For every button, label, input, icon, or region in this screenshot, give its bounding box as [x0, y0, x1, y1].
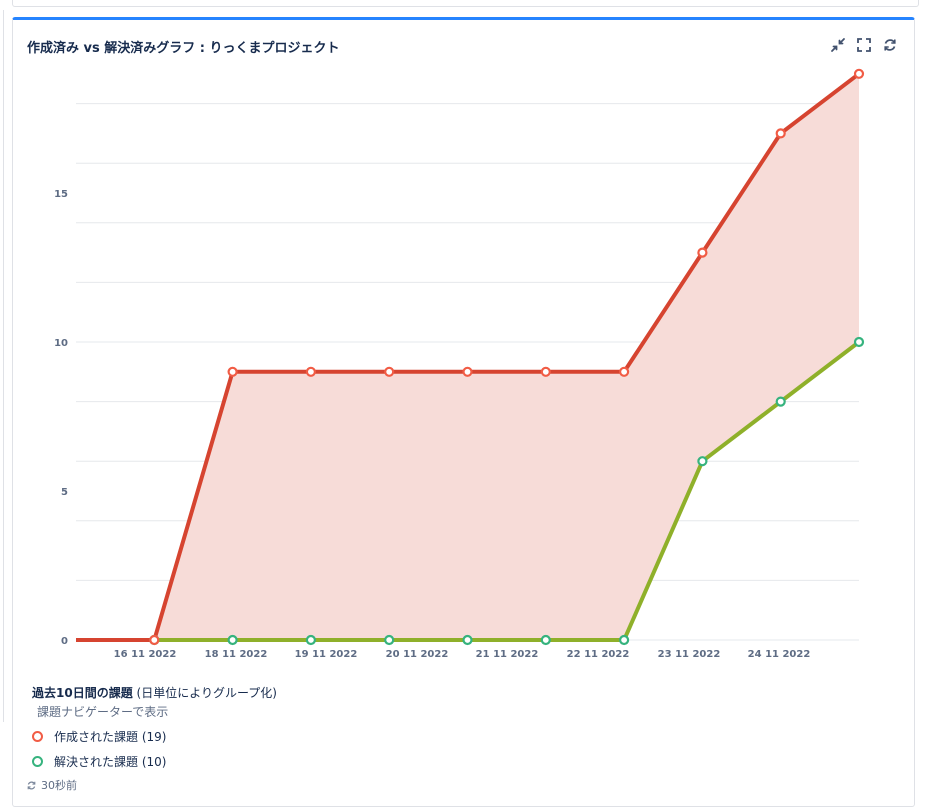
x-tick-label: 24 11 2022 [748, 649, 811, 660]
x-tick-label: 22 11 2022 [567, 649, 630, 660]
legend-label-resolved: 解決された課題 (10) [54, 755, 167, 769]
created-resolved-gap-area [76, 73, 859, 641]
legend-title: 過去10日間の課題 (日単位によりグループ化) [32, 684, 277, 701]
created-data-point[interactable] [462, 366, 473, 377]
chart-legend: 過去10日間の課題 (日単位によりグループ化) 課題ナビゲーターで表示 作成され… [32, 684, 277, 770]
y-tick-label: 15 [54, 189, 68, 200]
chart-area-fill [76, 73, 859, 641]
created-series-marker-icon [32, 731, 43, 742]
legend-title-detail: (日単位によりグループ化) [132, 686, 277, 700]
x-axis-labels: 16 11 2022 18 11 2022 19 11 2022 20 11 2022… [114, 649, 811, 660]
resolved-data-point[interactable] [305, 634, 316, 646]
resolved-data-point[interactable] [227, 634, 238, 646]
resolved-data-point[interactable] [462, 634, 473, 646]
x-tick-label: 21 11 2022 [476, 649, 539, 660]
x-tick-label: 23 11 2022 [658, 649, 721, 660]
y-axis-labels: 0 5 10 15 [54, 189, 68, 647]
created-data-point[interactable] [149, 634, 160, 646]
resolved-data-point[interactable] [853, 336, 865, 348]
created-data-point[interactable] [540, 366, 551, 377]
created-data-point[interactable] [618, 366, 630, 377]
x-tick-label: 18 11 2022 [205, 649, 268, 660]
last-updated: 30秒前 [26, 777, 77, 793]
created-data-point[interactable] [384, 366, 395, 377]
legend-item-resolved[interactable]: 解決された課題 (10) [32, 753, 277, 770]
legend-item-created[interactable]: 作成された課題 (19) [32, 728, 277, 745]
refresh-icon [27, 781, 36, 789]
last-updated-text: 30秒前 [41, 779, 77, 792]
created-data-point[interactable] [697, 247, 708, 258]
resolved-series-marker-icon [32, 756, 43, 767]
chart-svg: 0 5 10 15 16 11 2022 18 11 2022 19 11 2022 20 … [54, 68, 865, 660]
legend-title-bold: 過去10日間の課題 [32, 686, 133, 700]
y-tick-label: 5 [61, 487, 68, 498]
created-data-point[interactable] [227, 366, 238, 377]
x-tick-label: 16 11 2022 [114, 649, 177, 660]
x-tick-label: 19 11 2022 [295, 649, 358, 660]
y-tick-label: 0 [61, 636, 68, 647]
created-data-point[interactable] [305, 366, 316, 377]
resolved-data-point[interactable] [384, 634, 395, 646]
created-data-point[interactable] [853, 68, 865, 79]
y-tick-label: 10 [54, 338, 68, 349]
resolved-data-point[interactable] [775, 396, 786, 407]
resolved-data-point[interactable] [618, 634, 630, 646]
x-tick-label: 20 11 2022 [386, 649, 449, 660]
created-data-point[interactable] [775, 128, 786, 139]
legend-label-created: 作成された課題 (19) [54, 730, 167, 744]
issue-navigator-link[interactable]: 課題ナビゲーターで表示 [37, 703, 277, 720]
resolved-data-point[interactable] [540, 634, 551, 646]
resolved-data-point[interactable] [697, 456, 708, 467]
